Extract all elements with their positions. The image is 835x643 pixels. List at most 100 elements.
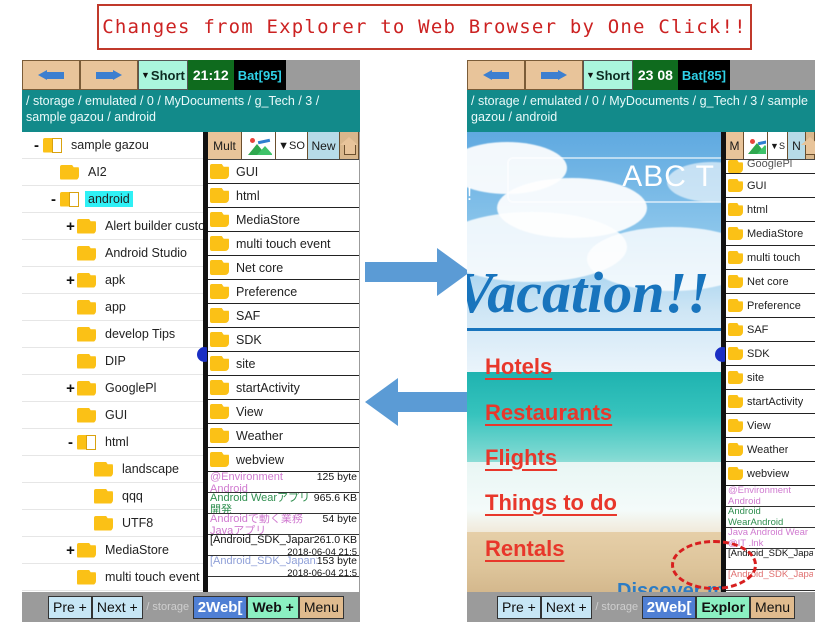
link-rentals[interactable]: Rentals <box>485 536 564 562</box>
tree-node[interactable]: app <box>22 294 203 321</box>
picture-icon[interactable] <box>744 132 768 159</box>
tree-node[interactable]: landscape <box>22 456 203 483</box>
file-row[interactable]: GUI <box>208 160 359 184</box>
tree-node[interactable]: + apk <box>22 267 203 294</box>
tree-node[interactable]: AI2 <box>22 159 203 186</box>
prev-button[interactable]: Pre + <box>48 595 92 619</box>
file-row[interactable]: @Environment Android125 byte2018-06-04 2… <box>208 472 359 493</box>
file-row[interactable]: html <box>208 184 359 208</box>
tree-node[interactable]: - android <box>22 186 203 213</box>
collapse-icon[interactable]: - <box>47 191 60 208</box>
file-row[interactable]: SAF <box>208 304 359 328</box>
back-button[interactable] <box>467 60 525 90</box>
file-row[interactable]: startActivity <box>726 390 815 414</box>
expand-icon[interactable]: + <box>64 218 77 235</box>
file-row[interactable]: MediaStore <box>208 208 359 232</box>
collapse-icon[interactable]: - <box>30 137 43 154</box>
file-row[interactable]: Preference <box>726 294 815 318</box>
file-row[interactable]: Preference <box>208 280 359 304</box>
mode-toggle-button[interactable]: Explor <box>696 595 751 619</box>
picture-icon[interactable] <box>242 132 276 159</box>
file-row[interactable]: @Environment Android <box>726 486 815 507</box>
twoweb-button[interactable]: 2Web[ <box>192 595 248 619</box>
link-restaurants[interactable]: Restaurants <box>485 400 612 426</box>
shortcut-dropdown[interactable]: ▼ Short <box>138 60 188 90</box>
tree-node[interactable]: UTF8 <box>22 510 203 537</box>
file-row[interactable]: Android WearAndroid <box>726 507 815 528</box>
multi-select-button[interactable]: M <box>726 132 744 159</box>
file-row[interactable]: Weather <box>726 438 815 462</box>
tree-node[interactable]: develop Tips <box>22 321 203 348</box>
file-row[interactable]: Android Wearアプリ開発965.6 KB2018-06-04 21:5 <box>208 493 359 514</box>
new-button[interactable]: New <box>308 132 340 159</box>
tree-node[interactable]: Android Studio <box>22 240 203 267</box>
mode-toggle-button[interactable]: Web + <box>247 595 299 619</box>
file-row[interactable]: multi touch <box>726 246 815 270</box>
file-row[interactable]: site <box>726 366 815 390</box>
shortcut-dropdown[interactable]: ▼ Short <box>583 60 633 90</box>
file-row[interactable]: SDK <box>208 328 359 352</box>
sort-button[interactable]: ▼ SO <box>276 132 308 159</box>
folder-icon <box>728 299 744 312</box>
collapse-icon[interactable]: - <box>64 434 77 451</box>
file-row[interactable]: SAF <box>726 318 815 342</box>
arrow-right-icon <box>541 69 567 81</box>
right-path-breadcrumb[interactable]: / storage / emulated / 0 / MyDocuments /… <box>467 90 815 132</box>
menu-button[interactable]: Menu <box>750 595 796 619</box>
file-row[interactable]: MediaStore <box>726 222 815 246</box>
menu-button[interactable]: Menu <box>298 595 344 619</box>
up-directory-button[interactable] <box>801 132 815 159</box>
file-row[interactable]: webview <box>726 462 815 486</box>
forward-button[interactable] <box>525 60 583 90</box>
file-row[interactable]: GUI <box>726 174 815 198</box>
forward-button[interactable] <box>80 60 138 90</box>
expand-icon[interactable]: + <box>64 380 77 397</box>
link-flights[interactable]: Flights <box>485 445 557 471</box>
tree-node[interactable]: multi touch event <box>22 564 203 591</box>
file-name: SAF <box>236 308 261 323</box>
file-row-partial[interactable]: GooglePl <box>726 160 815 174</box>
file-name: multi touch <box>747 251 801 264</box>
prev-button[interactable]: Pre + <box>497 595 541 619</box>
tree-node[interactable]: - html <box>22 429 203 456</box>
file-row[interactable]: View <box>726 414 815 438</box>
file-row[interactable]: multi touch event <box>208 232 359 256</box>
expand-icon[interactable]: + <box>64 272 77 289</box>
file-row[interactable]: site <box>208 352 359 376</box>
tree-node[interactable]: + Alert builder custo <box>22 213 203 240</box>
left-folder-tree[interactable]: - sample gazou AI2 - android + Alert builder c… <box>22 132 203 592</box>
tree-node-label: UTF8 <box>122 516 154 530</box>
sort-button[interactable]: ▼ S <box>768 132 788 159</box>
file-row[interactable]: html <box>726 198 815 222</box>
link-things-to-do[interactable]: Things to do <box>485 490 617 516</box>
tree-node-label: qqq <box>122 489 143 503</box>
web-browser-view[interactable]: ! ABC T Vacation!! Hotels Restaurants Fl… <box>467 132 721 592</box>
file-row[interactable]: View <box>208 400 359 424</box>
tree-node[interactable]: - sample gazou <box>22 132 203 159</box>
file-row[interactable]: [Android_SDK_Japan2476]261.0 KB2018-06-0… <box>208 535 359 556</box>
file-row[interactable]: startActivity <box>208 376 359 400</box>
tree-node[interactable]: + GooglePl <box>22 375 203 402</box>
file-row[interactable]: [Android_SDK_Japan2476]153 byte2018-06-0… <box>208 556 359 577</box>
left-path-breadcrumb[interactable]: / storage / emulated / 0 / MyDocuments /… <box>22 90 360 132</box>
tree-node[interactable]: DIP <box>22 348 203 375</box>
file-row[interactable]: Androidで動く業務 Javaアプリ54 byte2018-06-04 21… <box>208 514 359 535</box>
file-row[interactable]: Weather <box>208 424 359 448</box>
twoweb-button[interactable]: 2Web[ <box>641 595 697 619</box>
tree-node[interactable]: GUI <box>22 402 203 429</box>
back-button[interactable] <box>22 60 80 90</box>
next-button[interactable]: Next + <box>540 595 592 619</box>
tree-node[interactable]: qqq <box>22 483 203 510</box>
next-button[interactable]: Next + <box>91 595 143 619</box>
up-directory-button[interactable] <box>340 132 359 159</box>
link-hotels[interactable]: Hotels <box>485 354 552 380</box>
expand-icon[interactable]: + <box>64 542 77 559</box>
file-row[interactable]: Net core <box>726 270 815 294</box>
file-row[interactable]: Net core <box>208 256 359 280</box>
left-file-list[interactable]: Mult ▼ SO New GUI html MediaStore multi touc… <box>207 132 359 592</box>
file-row[interactable]: SDK <box>726 342 815 366</box>
multi-select-button[interactable]: Mult <box>208 132 242 159</box>
file-row[interactable]: webview <box>208 448 359 472</box>
right-file-list[interactable]: M ▼ S N GooglePl GUI html MediaStore multi to… <box>725 132 815 592</box>
tree-node[interactable]: + MediaStore <box>22 537 203 564</box>
